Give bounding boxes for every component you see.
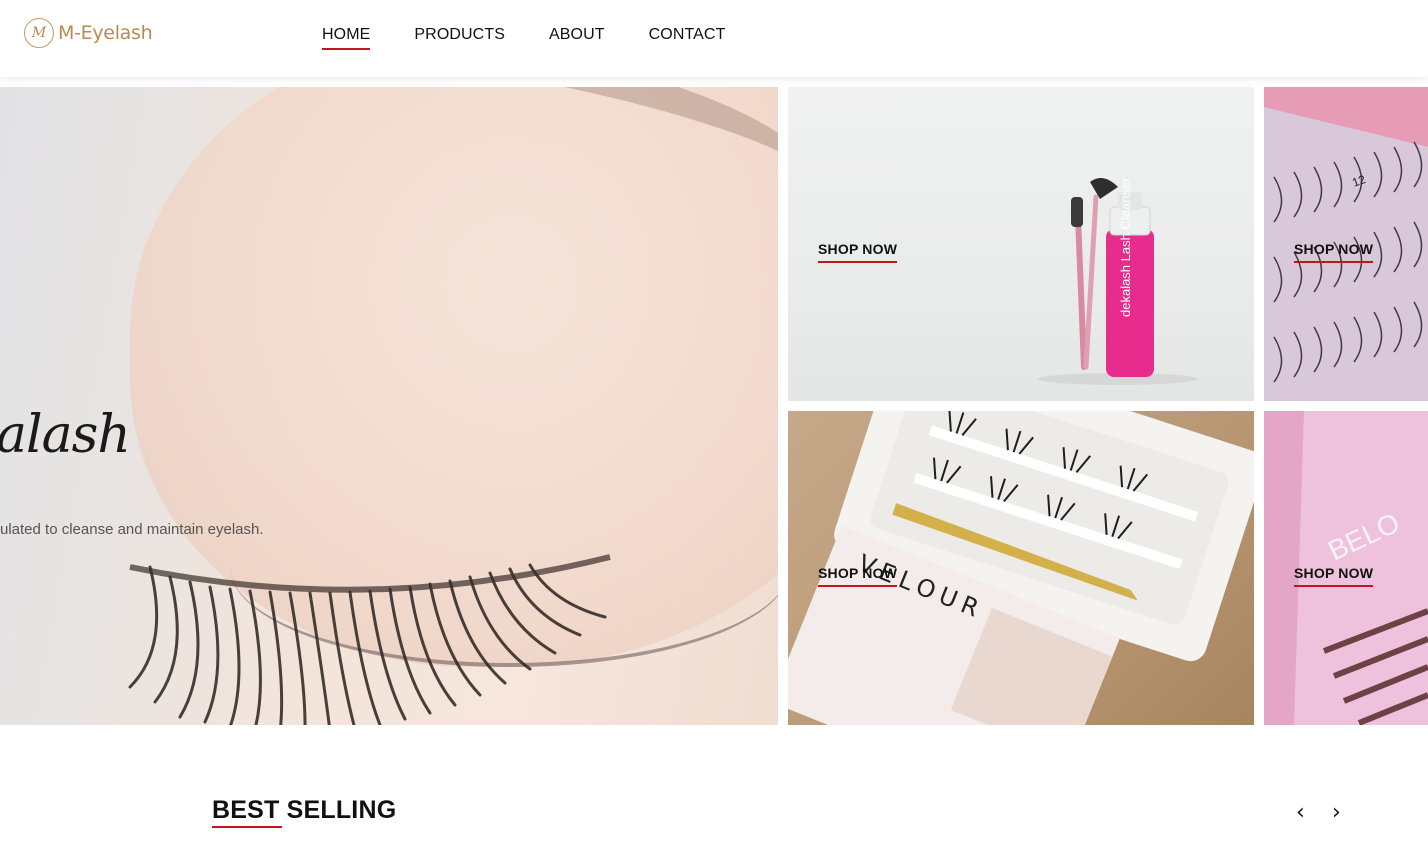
cleanser-label: dekalash Lash Cleanser (1118, 177, 1133, 317)
chevron-right-icon[interactable]: › (1332, 800, 1341, 825)
best-selling-title: BEST SELLING (212, 796, 397, 824)
site-header: M M-Eyelash HOME PRODUCTS ABOUT CONTACT (0, 0, 1428, 77)
best-selling-underline (212, 826, 282, 828)
shop-now-button[interactable]: SHOP NOW (1294, 241, 1374, 263)
nav-home[interactable]: HOME (322, 26, 371, 50)
promo-tile-cleanser[interactable]: dekalash Lash Cleanser SHOP NOW (788, 87, 1254, 401)
promo-tile-velour-kit[interactable]: VELOUR SHOP NOW (788, 411, 1254, 725)
logo-mark-icon: M (24, 18, 54, 48)
nav-about[interactable]: ABOUT (549, 26, 605, 50)
logo-text: M-Eyelash (58, 22, 153, 44)
nav-contact[interactable]: CONTACT (649, 26, 726, 50)
shop-now-button[interactable]: SHOP NOW (818, 241, 898, 263)
promo-tile-lash-trays[interactable]: 12 SHOP NOW (1264, 87, 1428, 401)
main-nav: HOME PRODUCTS ABOUT CONTACT (322, 26, 725, 50)
nav-products[interactable]: PRODUCTS (414, 26, 505, 50)
shop-now-button[interactable]: SHOP NOW (1294, 565, 1374, 587)
hero-subtitle: ulated to cleanse and maintain eyelash. (0, 521, 264, 538)
promo-tile-pink-lash-box[interactable]: BELO SHOP NOW (1264, 411, 1428, 725)
logo[interactable]: M M-Eyelash (24, 18, 153, 48)
shop-now-button[interactable]: SHOP NOW (818, 565, 898, 587)
chevron-left-icon[interactable]: ‹ (1296, 800, 1305, 825)
hero-title: alash (0, 405, 131, 465)
eyelash-illustration (128, 554, 611, 725)
hero-banner: alash ulated to cleanse and maintain eye… (0, 87, 778, 725)
